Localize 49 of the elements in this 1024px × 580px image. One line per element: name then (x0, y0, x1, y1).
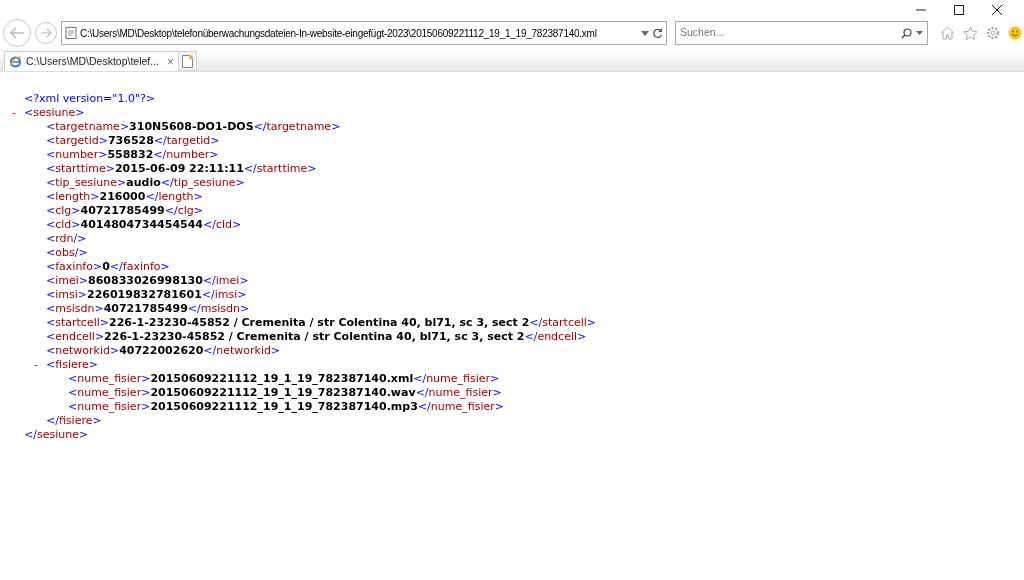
settings-icon[interactable] (986, 26, 1000, 40)
xml-line: <nume_fisier>20150609221112_19_1_19_782387140.wav</nume_fisier> (68, 386, 502, 400)
xml-line: <endcell>226-1-23230-45852 / Cremenita / str Colentina 40, bl71, sc 3, sect 2</endcell> (46, 330, 587, 344)
address-input[interactable]: C:\Users\MD\Desktop\telefonüberwachungsdateien-In-website-eingefügt-2023\20150609221112_19_1_19_782387140.xml (80, 25, 638, 41)
smiley-icon[interactable] (1008, 26, 1022, 40)
xml-line: <startcell>226-1-23230-45852 / Cremenita / str Colentina 40, bl71, sc 3, sect 2</startcell> (46, 316, 597, 330)
xml-line: <faxinfo>0</faxinfo> (46, 260, 170, 274)
close-icon (992, 4, 1002, 15)
xml-line: <targetid>736528</targetid> (46, 134, 220, 148)
new-tab-button[interactable] (179, 51, 198, 71)
collapse-toggle[interactable]: - (34, 358, 46, 372)
dropdown-icon[interactable] (641, 30, 649, 36)
star-icon[interactable] (963, 26, 978, 40)
xml-line: </fisiere> (46, 414, 102, 428)
search-input[interactable]: Suchen... (680, 25, 901, 41)
xml-line: <nume_fisier>20150609221112_19_1_19_782387140.mp3</nume_fisier> (68, 400, 504, 414)
address-bar[interactable]: C:\Users\MD\Desktop\telefonüberwachungsdateien-In-website-eingefügt-2023\20150609221112_19_1_19_782387140.xml (61, 21, 667, 45)
dropdown-icon[interactable] (916, 31, 923, 35)
xml-line: <imei>860833026998130</imei> (46, 274, 249, 288)
xml-line: <networkid>40722002620</networkid> (46, 344, 281, 358)
forward-arrow-icon (40, 28, 52, 38)
xml-line: <number>558832</number> (46, 148, 219, 162)
xml-line: <clg>40721785499</clg> (46, 204, 203, 218)
close-tab-button[interactable]: × (167, 52, 175, 71)
xml-line: <starttime>2015-06-09 22:11:11</starttime> (46, 162, 317, 176)
xml-line: <sesiune> (24, 106, 85, 120)
search-field[interactable]: Suchen... (675, 21, 928, 45)
tab-title: C:\Users\MD\Desktop\telef... (26, 53, 160, 69)
xml-line: <length>216000</length> (46, 190, 203, 204)
collapse-toggle[interactable]: - (12, 106, 24, 120)
home-icon[interactable] (940, 26, 955, 40)
xml-line: <targetname>310N5608-DO1-DOS</targetname> (46, 120, 341, 134)
xml-line: <msisdn>40721785499</msisdn> (46, 302, 250, 316)
browser-logo-icon (9, 55, 22, 68)
page-icon (65, 27, 77, 39)
xml-line: <tip_sesiune>audio</tip_sesiune> (46, 176, 245, 190)
xml-line: <obs/> (46, 246, 88, 260)
xml-line: <nume_fisier>20150609221112_19_1_19_782387140.xml</nume_fisier> (68, 372, 500, 386)
back-arrow-icon (9, 26, 25, 40)
maximize-icon (954, 4, 964, 15)
search-icon[interactable] (901, 27, 912, 39)
xml-line: <imsi>226019832781601</imsi> (46, 288, 247, 302)
xml-declaration: <?xml version="1.0"?> (24, 92, 155, 106)
xml-line: </sesiune> (24, 428, 89, 442)
xml-line: <cld>4014804734454544</cld> (46, 218, 242, 232)
refresh-icon[interactable] (652, 27, 663, 39)
xml-line: <rdn/> (46, 232, 87, 246)
xml-line: <fisiere> (46, 358, 98, 372)
browser-tab[interactable]: C:\Users\MD\Desktop\telef... × (4, 51, 180, 71)
